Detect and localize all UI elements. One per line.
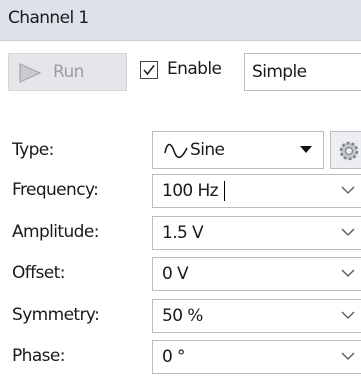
run-button-label: Run bbox=[53, 62, 84, 82]
amplitude-field[interactable]: 1.5 V bbox=[152, 216, 361, 250]
channel-header: Channel 1 bbox=[0, 0, 361, 41]
phase-field[interactable]: 0 ° bbox=[152, 340, 361, 374]
sine-wave-icon bbox=[164, 143, 188, 159]
frequency-field[interactable]: 100 Hz bbox=[152, 174, 361, 208]
enable-label[interactable]: Enable bbox=[167, 59, 222, 79]
run-button[interactable]: Run bbox=[8, 53, 127, 91]
phase-value: 0 ° bbox=[162, 347, 186, 367]
waveform-type-select[interactable]: Sine bbox=[152, 131, 324, 169]
amplitude-label: Amplitude: bbox=[12, 222, 99, 242]
chevron-down-icon[interactable] bbox=[341, 186, 355, 195]
type-label: Type: bbox=[12, 140, 54, 160]
offset-label: Offset: bbox=[12, 263, 65, 283]
offset-field[interactable]: 0 V bbox=[152, 257, 361, 291]
chevron-down-icon[interactable] bbox=[341, 352, 355, 361]
phase-label: Phase: bbox=[12, 346, 65, 366]
chevron-down-icon[interactable] bbox=[341, 311, 355, 320]
play-icon bbox=[19, 63, 42, 83]
waveform-type-value: Sine bbox=[190, 140, 225, 160]
chevron-down-icon[interactable] bbox=[341, 228, 355, 237]
mode-select[interactable]: Simple bbox=[244, 53, 361, 91]
waveform-settings-button[interactable] bbox=[330, 131, 361, 169]
frequency-label: Frequency: bbox=[12, 180, 99, 200]
checkmark-icon bbox=[143, 65, 155, 76]
amplitude-value: 1.5 V bbox=[162, 223, 204, 243]
dropdown-arrow-icon bbox=[300, 146, 312, 153]
symmetry-field[interactable]: 50 % bbox=[152, 299, 361, 333]
chevron-down-icon[interactable] bbox=[341, 269, 355, 278]
gear-icon bbox=[339, 141, 359, 161]
text-caret bbox=[224, 181, 225, 201]
mode-select-value: Simple bbox=[252, 62, 307, 82]
channel-title: Channel 1 bbox=[8, 8, 89, 28]
symmetry-value: 50 % bbox=[162, 306, 203, 326]
offset-value: 0 V bbox=[162, 264, 189, 284]
enable-checkbox[interactable] bbox=[140, 61, 158, 79]
symmetry-label: Symmetry: bbox=[12, 305, 100, 325]
frequency-value: 100 Hz bbox=[162, 181, 219, 201]
